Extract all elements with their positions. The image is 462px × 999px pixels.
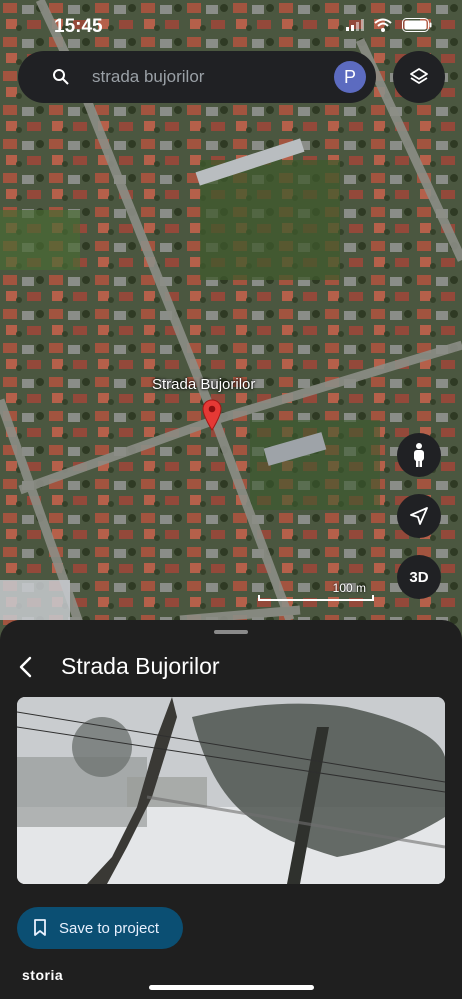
status-bar: 15:45	[0, 0, 462, 50]
avatar[interactable]: P	[334, 61, 366, 93]
street-view-photo[interactable]	[17, 697, 445, 884]
scale-label: 100 m	[332, 581, 366, 595]
search-icon[interactable]	[52, 68, 70, 86]
search-input[interactable]	[92, 51, 332, 103]
scale-line	[258, 595, 374, 601]
back-button[interactable]	[12, 652, 38, 682]
status-time: 15:45	[54, 16, 103, 37]
search-bar[interactable]: P	[18, 51, 376, 103]
place-title: Strada Bujorilor	[61, 653, 220, 679]
map-scale: 100 m	[258, 581, 374, 601]
layers-icon	[410, 68, 428, 84]
layers-button[interactable]	[393, 51, 445, 103]
navigation-arrow-icon	[410, 507, 428, 525]
status-icons	[346, 18, 432, 32]
place-bottom-sheet[interactable]: Strada Bujorilor Save to project storia	[0, 620, 462, 999]
battery-icon	[402, 18, 432, 32]
bookmark-icon	[34, 919, 46, 936]
signal-icon	[346, 19, 364, 31]
save-to-project-button[interactable]: Save to project	[17, 907, 183, 949]
save-to-project-label: Save to project	[59, 919, 160, 937]
street-photo-image	[17, 697, 445, 884]
home-indicator[interactable]	[149, 985, 314, 990]
map-pin-icon[interactable]	[202, 399, 222, 431]
wifi-icon	[374, 18, 392, 32]
map-place-label[interactable]: Strada Bujorilor	[152, 376, 255, 393]
back-arrow-icon	[19, 656, 32, 678]
sheet-drag-handle[interactable]	[214, 630, 248, 634]
street-view-button[interactable]	[397, 433, 441, 477]
3d-toggle-button[interactable]: 3D	[397, 555, 441, 599]
pegman-icon	[414, 443, 424, 467]
brand-logo: storia	[22, 967, 64, 983]
my-location-button[interactable]	[397, 494, 441, 538]
